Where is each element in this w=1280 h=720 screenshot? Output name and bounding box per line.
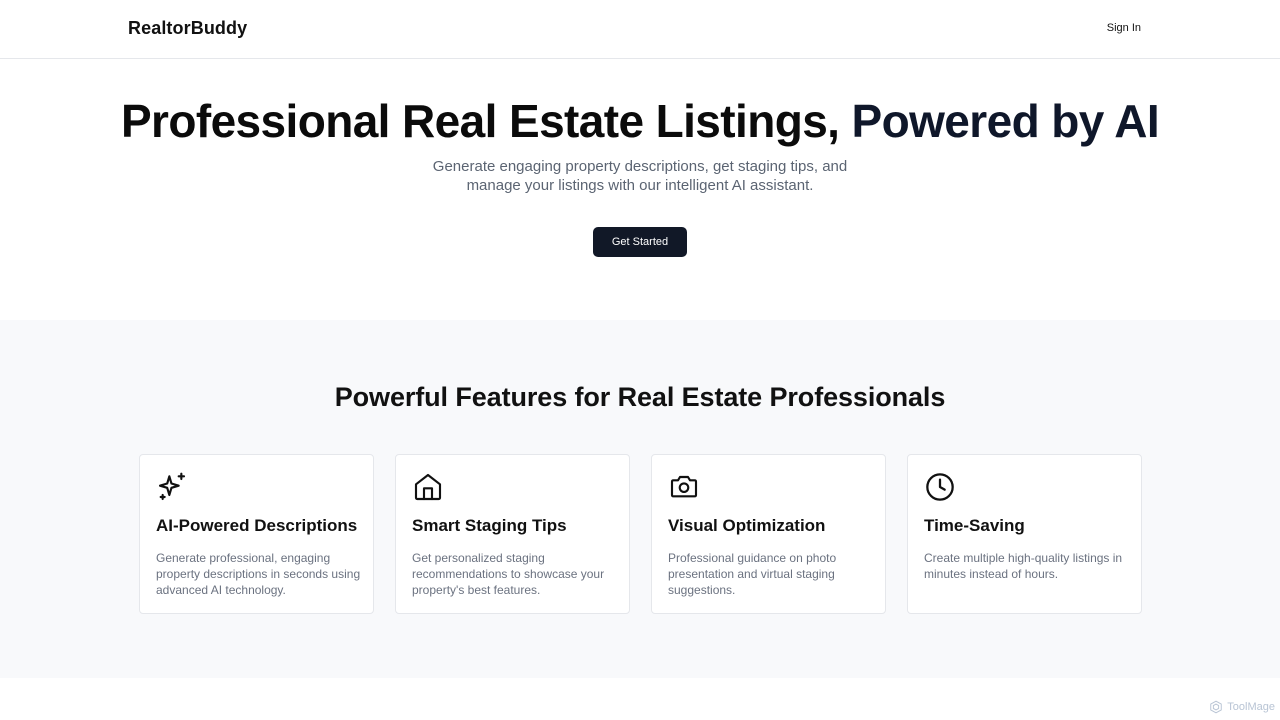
- sparkles-icon: [156, 471, 188, 503]
- feature-card-staging-tips: Smart Staging Tips Get personalized stag…: [395, 454, 630, 614]
- hero-subtitle-line2: manage your listings with our intelligen…: [466, 177, 814, 194]
- watermark: ToolMage: [1209, 700, 1275, 714]
- hero-subtitle-line1: Generate engaging property descriptions,…: [432, 158, 848, 175]
- feature-card-title: Smart Staging Tips: [412, 516, 567, 535]
- brand-logo[interactable]: RealtorBuddy: [128, 18, 247, 39]
- home-icon: [412, 471, 444, 503]
- feature-card-description: Get personalized staging recommendations…: [412, 551, 605, 597]
- sign-in-link[interactable]: Sign In: [1107, 22, 1141, 34]
- features-section: Powerful Features for Real Estate Profes…: [0, 320, 1280, 678]
- feature-card-description: Professional guidance on photo presentat…: [668, 551, 837, 597]
- camera-icon: [668, 471, 700, 503]
- feature-card-visual-optimization: Visual Optimization Professional guidanc…: [651, 454, 886, 614]
- clock-icon: [924, 471, 956, 503]
- feature-card-title: Visual Optimization: [668, 516, 826, 535]
- feature-card-time-saving: Time-Saving Create multiple high-quality…: [907, 454, 1142, 614]
- hero-title-part2: Powered by AI: [851, 95, 1160, 147]
- watermark-logo-icon: [1209, 700, 1223, 714]
- hero-title: Professional Real Estate Listings, Power…: [0, 94, 1280, 148]
- feature-card-description: Generate professional, engaging property…: [156, 551, 361, 597]
- feature-card-title: AI-Powered Descriptions: [156, 516, 358, 535]
- hero-subtitle: Generate engaging property descriptions,…: [0, 157, 1280, 195]
- hero-title-part1: Professional Real Estate Listings,: [120, 95, 840, 147]
- watermark-label: ToolMage: [1227, 701, 1275, 713]
- top-navbar: RealtorBuddy Sign In: [0, 0, 1280, 59]
- feature-card-title: Time-Saving: [924, 516, 1025, 535]
- features-title: Powerful Features for Real Estate Profes…: [334, 382, 946, 412]
- get-started-button[interactable]: Get Started: [593, 227, 687, 257]
- feature-card-ai-descriptions: AI-Powered Descriptions Generate profess…: [139, 454, 374, 614]
- feature-card-description: Create multiple high-quality listings in…: [924, 551, 1123, 581]
